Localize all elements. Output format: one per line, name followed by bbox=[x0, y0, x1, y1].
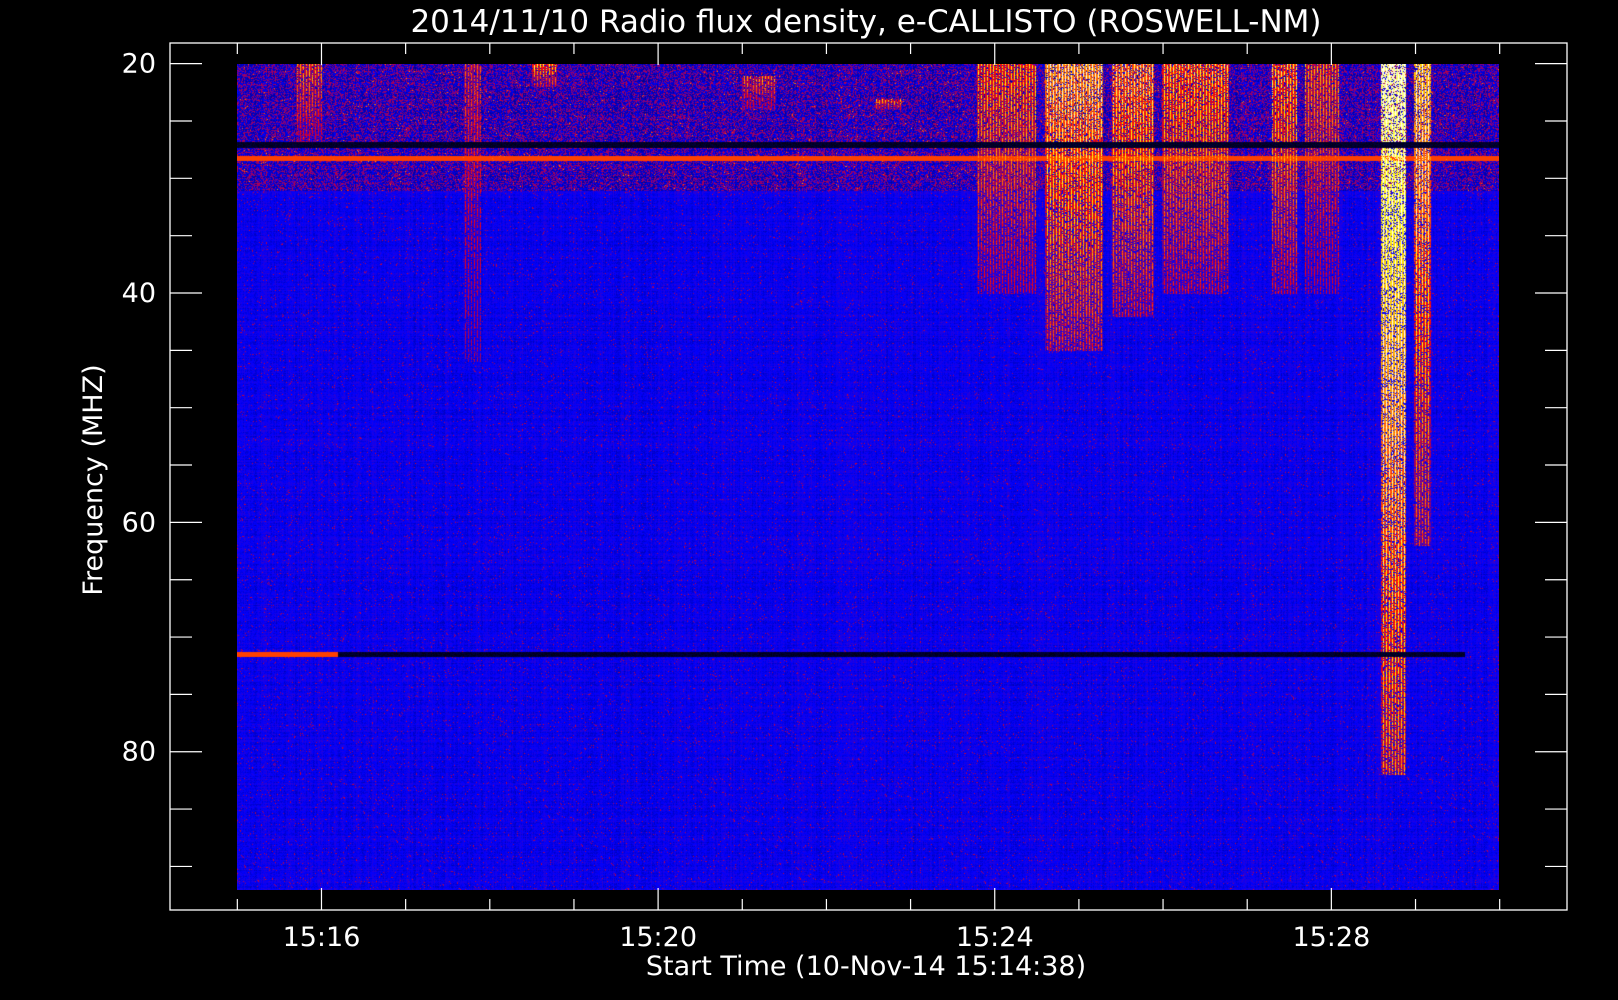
heatmap-canvas bbox=[237, 63, 1500, 890]
spectrogram-figure: 2014/11/10 Radio flux density, e-CALLIST… bbox=[0, 0, 1618, 1000]
x-tick-label: 15:28 bbox=[1292, 922, 1370, 953]
y-tick-label: 60 bbox=[122, 507, 156, 538]
x-tick-label: 15:24 bbox=[956, 922, 1034, 953]
chart-title: 2014/11/10 Radio flux density, e-CALLIST… bbox=[410, 4, 1321, 40]
heatmap-area bbox=[237, 63, 1500, 890]
y-tick-label: 40 bbox=[122, 278, 156, 309]
y-axis-label: Frequency (MHZ) bbox=[78, 364, 109, 595]
y-tick-label: 20 bbox=[122, 49, 156, 80]
x-tick-label: 15:16 bbox=[283, 922, 361, 953]
y-tick-label: 80 bbox=[122, 737, 156, 768]
x-tick-label: 15:20 bbox=[619, 922, 697, 953]
x-axis-label: Start Time (10-Nov-14 15:14:38) bbox=[646, 951, 1086, 982]
